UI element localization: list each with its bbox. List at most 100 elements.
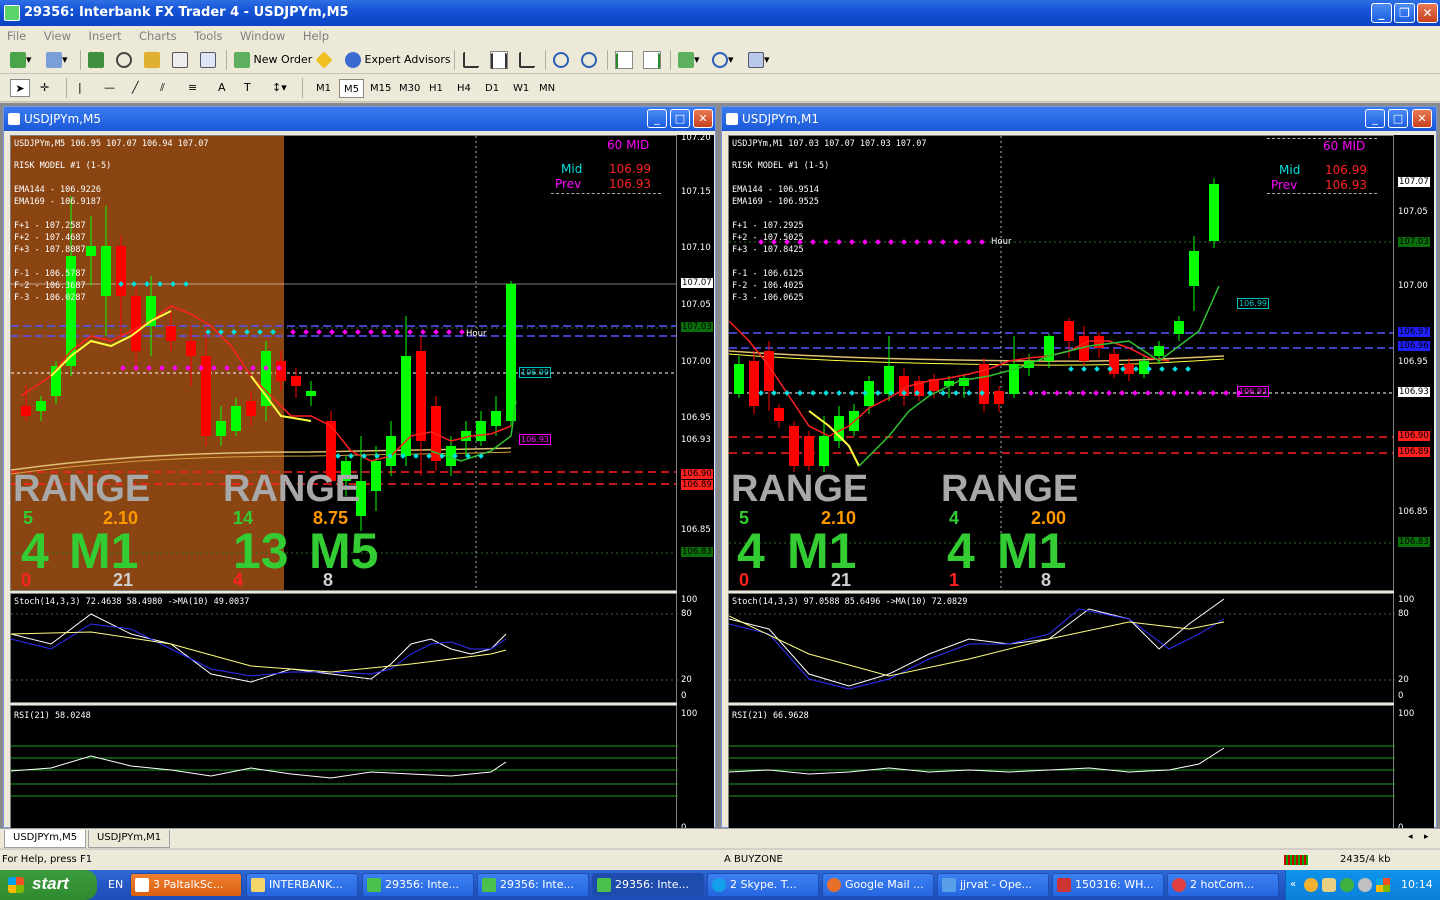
arrows-button[interactable]: ↕▾	[272, 79, 287, 97]
language-indicator[interactable]: EN	[108, 878, 123, 891]
task-paltalk[interactable]: 3 PaltalkSc...	[130, 873, 242, 897]
app-title-bar: 29356: Interbank FX Trader 4 - USDJPYm,M…	[0, 0, 1440, 26]
tab-scroll-left-icon[interactable]: ◂	[1408, 832, 1413, 842]
tray-icon-3[interactable]	[1340, 878, 1354, 892]
vertical-line-button[interactable]: |	[78, 79, 82, 97]
rsi-pane[interactable]: RSI(21) 66.9628	[728, 705, 1395, 829]
restore-button[interactable]: ❐	[1394, 3, 1415, 23]
zoom-out-button[interactable]	[581, 51, 597, 69]
minimize-button[interactable]: _	[1371, 3, 1392, 23]
expert-advisors-button[interactable]: Expert Advisors	[345, 51, 451, 69]
stochastic-pane[interactable]: Stoch(14,3,3) 97.0588 85.6496 ->MA(10) 7…	[728, 593, 1395, 703]
menu-tools[interactable]: Tools	[187, 26, 229, 46]
chart-shift-button[interactable]	[643, 51, 661, 69]
tab-usdjpym-m1[interactable]: USDJPYm,M1	[88, 830, 171, 848]
navigator-button[interactable]	[144, 51, 160, 69]
task-interbank-folder[interactable]: INTERBANK...	[246, 873, 358, 897]
level-dot	[342, 329, 348, 335]
periods-button[interactable]: ▾	[712, 51, 734, 69]
tab-usdjpym-m5[interactable]: USDJPYm,M5	[4, 830, 87, 848]
text-label-button[interactable]: T	[244, 79, 251, 97]
bar-chart-button[interactable]	[463, 51, 479, 69]
tf-d1-button[interactable]: D1	[481, 79, 503, 98]
tf-h1-button[interactable]: H1	[425, 79, 447, 98]
tray-icon-4[interactable]	[1358, 878, 1372, 892]
chart-shift-icon	[644, 53, 660, 69]
close-button[interactable]: ✕	[1417, 3, 1438, 23]
stochastic-pane[interactable]: Stoch(14,3,3) 72.4638 58.4980 ->MA(10) 4…	[10, 593, 678, 703]
menu-file[interactable]: File	[0, 26, 33, 46]
new-order-button[interactable]: New Order	[234, 51, 312, 69]
fibonacci-button[interactable]: ≡	[188, 79, 197, 97]
chart-close-button[interactable]: ✕	[693, 109, 713, 128]
terminal-button[interactable]	[172, 51, 188, 69]
tf-mn-button[interactable]: MN	[535, 79, 559, 98]
chart-minimize-button[interactable]: _	[647, 109, 667, 128]
main-chart-pane[interactable]: USDJPYm,M5 106.95 107.07 106.94 107.07 R…	[10, 135, 677, 591]
line-chart-button[interactable]	[519, 51, 535, 69]
zoom-in-button[interactable]	[553, 51, 569, 69]
profiles-button[interactable]: ▾	[46, 51, 68, 69]
rsi-svg	[11, 745, 678, 797]
market-watch-button[interactable]	[88, 51, 104, 69]
menu-window[interactable]: Window	[233, 26, 292, 46]
candle-body	[306, 391, 316, 396]
main-chart-pane[interactable]: USDJPYm,M1 107.03 107.07 107.03 107.07 R…	[728, 135, 1394, 591]
task-skype[interactable]: 2 Skype. T...	[707, 873, 819, 897]
chart-maximize-button[interactable]: □	[1388, 109, 1408, 128]
price-scale[interactable]: 107.07 107.05 107.03 107.00 106.97 106.9…	[1394, 135, 1434, 833]
level-dot	[875, 390, 881, 396]
task-google-mail[interactable]: Google Mail ...	[822, 873, 934, 897]
fib-plus1-label: F+1 - 107.2587	[14, 221, 86, 231]
chart-maximize-button[interactable]: □	[670, 109, 690, 128]
indicators-button[interactable]: ▾	[678, 51, 700, 69]
new-chart-button[interactable]: ▾	[10, 51, 32, 69]
candle-body	[166, 326, 176, 341]
task-mt4-1[interactable]: 29356: Inte...	[362, 873, 474, 897]
price-scale[interactable]: 107.20 107.15 107.10 107.07 107.05 107.0…	[677, 133, 714, 833]
data-window-button[interactable]	[116, 51, 132, 69]
strategy-tester-button[interactable]	[200, 51, 216, 69]
tray-icon-5[interactable]	[1376, 878, 1390, 892]
rsi-pane[interactable]: RSI(21) 58.0248	[10, 705, 678, 829]
tab-scroll-right-icon[interactable]: ▸	[1424, 832, 1429, 842]
crosshair-tool-button[interactable]: ✛	[40, 79, 49, 97]
menu-charts[interactable]: Charts	[132, 26, 184, 46]
chart-close-button[interactable]: ✕	[1412, 109, 1432, 128]
menu-insert[interactable]: Insert	[82, 26, 129, 46]
menu-help[interactable]: Help	[296, 26, 336, 46]
chart-minimize-button[interactable]: _	[1365, 109, 1385, 128]
tf-m1-button[interactable]: M1	[312, 79, 335, 98]
auto-scroll-button[interactable]	[615, 51, 633, 69]
trendline-button[interactable]: ╱	[132, 79, 139, 97]
tf-m15-button[interactable]: M15	[366, 79, 395, 98]
tray-icon-1[interactable]	[1304, 878, 1318, 892]
task-chat[interactable]: 150316: WH...	[1052, 873, 1164, 897]
text-button[interactable]: A	[218, 79, 226, 97]
tray-icon-2[interactable]	[1322, 878, 1336, 892]
task-hotcom[interactable]: 2 hotCom...	[1167, 873, 1279, 897]
menu-view[interactable]: View	[37, 26, 78, 46]
tray-expand-icon[interactable]: «	[1290, 879, 1300, 891]
metaeditor-button[interactable]	[315, 51, 333, 69]
start-button[interactable]: start	[0, 870, 97, 900]
task-mt4-3[interactable]: 29356: Inte...	[592, 873, 704, 897]
task-opera[interactable]: jjrvat - Ope...	[937, 873, 1049, 897]
clock[interactable]: 10:14	[1401, 878, 1433, 891]
equidistant-channel-button[interactable]: ⫽	[160, 79, 165, 97]
horizontal-line-button[interactable]: —	[104, 79, 115, 97]
candlesticks-button[interactable]	[490, 51, 508, 69]
price-tick: 106.85	[681, 525, 711, 535]
task-mt4-2[interactable]: 29356: Inte...	[477, 873, 589, 897]
tf-w1-button[interactable]: W1	[509, 79, 533, 98]
tf-h4-button[interactable]: H4	[453, 79, 475, 98]
templates-button[interactable]: ▾	[748, 51, 770, 69]
tf-m5-button[interactable]: M5	[339, 79, 364, 98]
fib-minus2-label: F-2 - 106.4025	[732, 281, 804, 291]
fib-plus2-label: F+2 - 107.4687	[14, 233, 86, 243]
cursor-button[interactable]: ➤	[10, 79, 30, 97]
price-tick: 106.97	[1398, 327, 1430, 337]
hour-label: Hour	[466, 329, 487, 339]
tf-m30-button[interactable]: M30	[395, 79, 424, 98]
paltalk-icon	[135, 878, 149, 892]
